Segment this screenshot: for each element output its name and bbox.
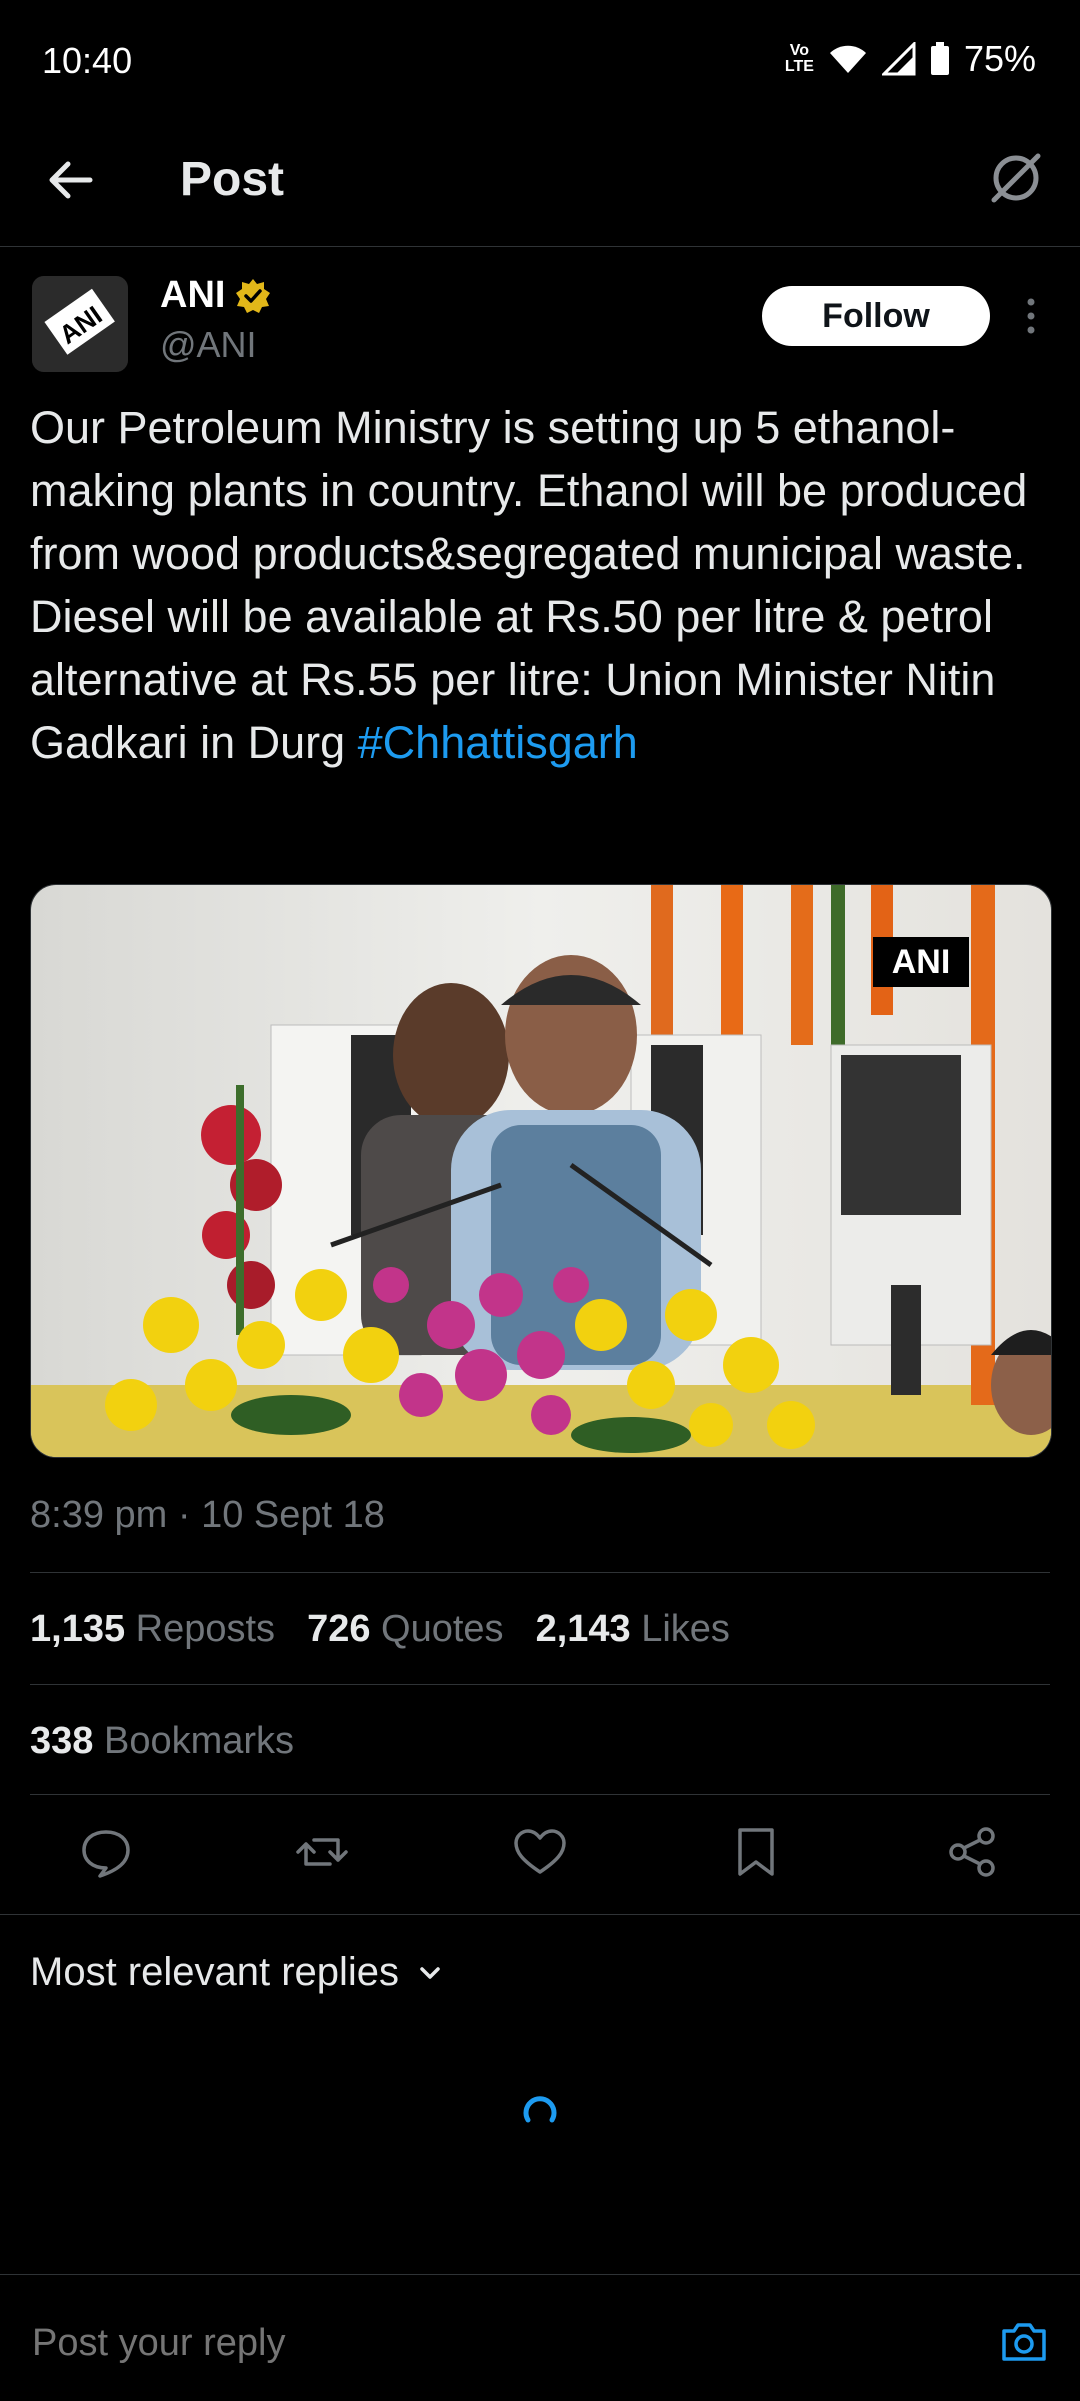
reply-icon[interactable] — [78, 1824, 134, 1880]
hashtag-link[interactable]: #Chhattisgarh — [358, 717, 638, 768]
volte-icon: Vo LTE — [784, 42, 814, 75]
chevron-down-icon[interactable] — [415, 1958, 445, 1988]
divider — [30, 1572, 1050, 1573]
speaker-photo: ANI — [31, 885, 1051, 1457]
battery-icon — [930, 42, 949, 75]
likes-stat[interactable]: 2,143 Likes — [536, 1608, 730, 1651]
post-body: Our Petroleum Ministry is setting up 5 e… — [30, 402, 1028, 768]
engagement-stats: 1,135 Reposts 726 Quotes 2,143 Likes — [30, 1608, 730, 1651]
post-media-image[interactable]: ANI — [30, 884, 1052, 1458]
post-text: Our Petroleum Ministry is setting up 5 e… — [30, 396, 1060, 774]
author-name-row[interactable]: ANI — [160, 274, 271, 317]
post-actions-bar — [0, 1794, 1080, 1914]
share-icon[interactable] — [944, 1824, 1000, 1880]
camera-icon[interactable] — [998, 2315, 1050, 2367]
grok-icon[interactable] — [984, 146, 1048, 210]
replies-sort-dropdown[interactable]: Most relevant replies — [30, 1950, 445, 1995]
post-timestamp: 8:39 pm · 10 Sept 18 — [30, 1494, 385, 1536]
back-arrow-icon[interactable] — [40, 148, 104, 212]
author-name[interactable]: ANI — [160, 274, 225, 317]
follow-button[interactable]: Follow — [762, 286, 990, 346]
status-bar: 10:40 Vo LTE 75% — [0, 0, 1080, 126]
ani-watermark: ANI — [892, 943, 951, 981]
divider — [30, 1684, 1050, 1685]
more-options-icon[interactable] — [1016, 296, 1046, 336]
bookmark-stats: 338 Bookmarks — [30, 1720, 294, 1763]
like-icon[interactable] — [512, 1824, 568, 1880]
status-time: 10:40 — [42, 40, 133, 81]
page-title: Post — [180, 153, 285, 206]
quotes-stat[interactable]: 726 Quotes — [307, 1608, 504, 1651]
bookmark-icon[interactable] — [728, 1824, 784, 1880]
wifi-icon — [829, 45, 866, 73]
bookmarks-stat[interactable]: 338 Bookmarks — [30, 1720, 294, 1763]
top-app-bar: Post — [0, 126, 1080, 247]
signal-icon — [881, 42, 916, 76]
repost-icon[interactable] — [294, 1824, 350, 1880]
loading-spinner-icon — [523, 2096, 557, 2123]
divider — [0, 1914, 1080, 1915]
battery-percent: 75% — [963, 38, 1036, 79]
avatar[interactable]: ANI — [32, 276, 128, 372]
status-icons: Vo LTE 75% — [785, 38, 1036, 80]
author-handle[interactable]: @ANI — [160, 324, 257, 366]
replies-sort-label[interactable]: Most relevant replies — [30, 1950, 399, 1995]
ani-logo-icon: ANI — [32, 276, 128, 372]
verified-badge-icon — [236, 278, 271, 313]
reply-input[interactable] — [30, 2321, 934, 2366]
reply-composer — [0, 2274, 1080, 2401]
reposts-stat[interactable]: 1,135 Reposts — [30, 1608, 275, 1651]
